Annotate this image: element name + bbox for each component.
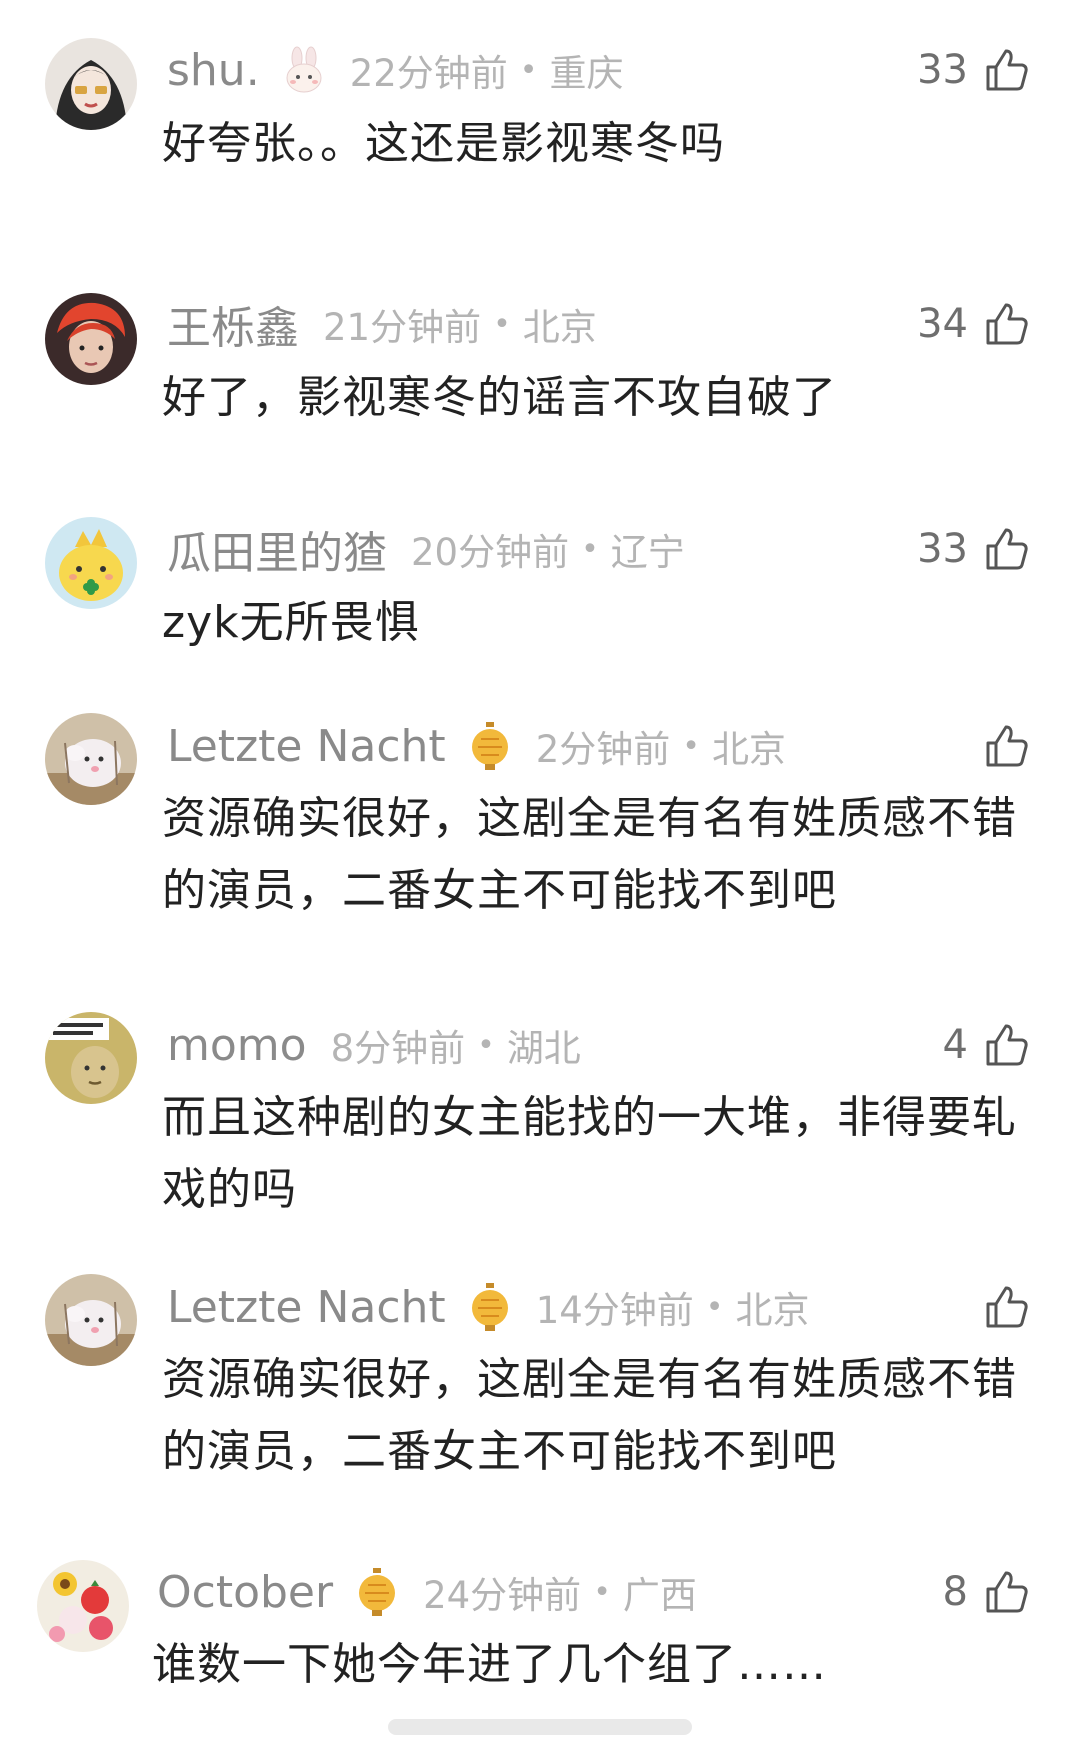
comment-time: 24分钟前: [423, 1574, 582, 1617]
like-button[interactable]: [968, 716, 1032, 776]
comment-meta: shu. 22分钟前 • 重庆: [167, 40, 623, 100]
lantern-icon: [471, 1283, 508, 1331]
comment-location: 辽宁: [610, 531, 685, 574]
separator-dot: •: [682, 728, 700, 764]
comment-location: 北京: [711, 728, 786, 771]
comment-meta: 王栎鑫 21分钟前 • 北京: [167, 294, 597, 354]
separator-dot: •: [477, 1027, 495, 1063]
username[interactable]: Letzte Nacht: [167, 721, 446, 772]
comment-text: 资源确实很好，这剧全是有名有姓质感不错的演员，二番女主不可能找不到吧: [162, 793, 1017, 916]
comment-text: zyk无所畏惧: [162, 597, 420, 648]
comment-text: 而且这种剧的女主能找的一大堆，非得要轧戏的吗: [162, 1092, 1017, 1215]
thumbs-up-icon: [986, 303, 1028, 345]
comment-time: 8分钟前: [330, 1027, 466, 1070]
avatar[interactable]: [45, 517, 137, 609]
username[interactable]: 瓜田里的猹: [167, 517, 387, 581]
comment-location: 北京: [522, 306, 597, 349]
comment-meta: Letzte Nacht 2分钟前 • 北京: [167, 716, 786, 776]
avatar[interactable]: [45, 38, 137, 130]
home-indicator[interactable]: [388, 1719, 692, 1735]
comment-location: 北京: [735, 1289, 810, 1332]
username[interactable]: October: [157, 1567, 333, 1618]
like-count: 34: [917, 301, 968, 347]
like-button[interactable]: 8: [943, 1562, 1032, 1622]
separator-dot: •: [519, 52, 538, 88]
rabbit-icon: [286, 46, 322, 93]
thumbs-up-icon: [986, 725, 1028, 767]
avatar[interactable]: [45, 713, 137, 805]
separator-dot: •: [593, 1574, 611, 1610]
comment-time: 14分钟前: [535, 1289, 694, 1332]
comment-location: 重庆: [549, 52, 624, 95]
lantern-icon: [471, 722, 508, 770]
avatar[interactable]: [45, 1012, 137, 1104]
comment-meta: October 24分钟前 • 广西: [157, 1562, 697, 1622]
comment-location: 湖北: [506, 1027, 581, 1070]
comment-text: 资源确实很好，这剧全是有名有姓质感不错的演员，二番女主不可能找不到吧: [162, 1354, 1017, 1477]
like-count: 4: [942, 1022, 968, 1068]
separator-dot: •: [493, 306, 511, 342]
avatar[interactable]: [37, 1560, 129, 1652]
like-button[interactable]: 34: [917, 294, 1032, 354]
separator-dot: •: [581, 531, 599, 567]
like-button[interactable]: 33: [917, 519, 1032, 579]
like-count: 33: [917, 526, 968, 572]
comment-text: 谁数一下她今年进了几个组了……: [152, 1639, 827, 1690]
comment-time: 22分钟前: [349, 52, 508, 95]
username[interactable]: Letzte Nacht: [167, 1282, 446, 1333]
comment-time: 2分钟前: [535, 728, 671, 771]
like-button[interactable]: [968, 1277, 1032, 1337]
username[interactable]: shu.: [167, 45, 260, 96]
thumbs-up-icon: [986, 1571, 1028, 1613]
like-count: 8: [942, 1569, 968, 1615]
avatar[interactable]: [45, 293, 137, 385]
thumbs-up-icon: [986, 1286, 1028, 1328]
comment-meta: momo 8分钟前 • 湖北: [167, 1015, 581, 1075]
avatar[interactable]: [45, 1274, 137, 1366]
like-button[interactable]: 4: [943, 1015, 1032, 1075]
comment-text: 好了，影视寒冬的谣言不攻自破了: [162, 372, 837, 423]
thumbs-up-icon: [986, 528, 1028, 570]
comment-meta: 瓜田里的猹 20分钟前 • 辽宁: [167, 519, 685, 579]
thumbs-up-icon: [986, 1024, 1028, 1066]
comment-time: 20分钟前: [411, 531, 570, 574]
lantern-icon: [359, 1568, 396, 1616]
separator-dot: •: [705, 1289, 724, 1325]
comment-time: 21分钟前: [323, 306, 482, 349]
like-count: 33: [917, 47, 968, 93]
username[interactable]: 王栎鑫: [167, 292, 299, 356]
thumbs-up-icon: [986, 49, 1028, 91]
comment-text: 好夸张。。这还是影视寒冬吗: [162, 118, 725, 169]
comment-location: 广西: [622, 1574, 697, 1617]
comment-meta: Letzte Nacht 14分钟前 • 北京: [167, 1277, 809, 1337]
username[interactable]: momo: [167, 1020, 307, 1071]
like-button[interactable]: 33: [917, 40, 1032, 100]
